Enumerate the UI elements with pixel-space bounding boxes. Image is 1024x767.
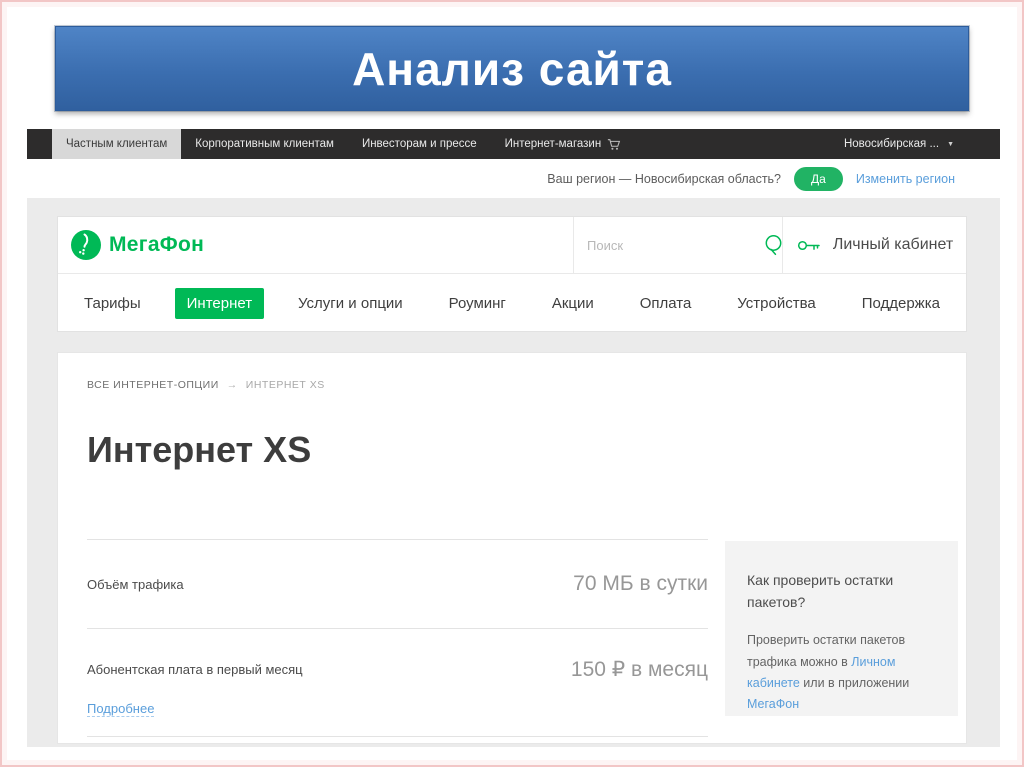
megafon-app-link[interactable]: МегаФон [747,697,799,711]
spec-label: Объём трафика [87,576,184,592]
spec-value: 150 ₽ в месяц [570,658,708,681]
breadcrumb-arrow-icon: → [226,379,238,391]
slide-title: Анализ сайта [352,42,672,95]
spec-value: 70 МБ в сутки [573,572,708,595]
megafon-logo-icon [71,230,101,260]
change-region-link[interactable]: Изменить регион [856,172,955,186]
help-box: Как проверить остатки пакетов? Проверить… [725,541,958,716]
top-tab-online-store[interactable]: Интернет-магазин [491,129,636,159]
top-tab-label: Интернет-магазин [504,138,602,150]
key-icon [797,238,821,253]
table-row: Объём трафика 70 МБ в сутки [87,539,708,628]
page-title: Интернет XS [87,429,312,470]
details-link[interactable]: Подробнее [87,701,155,717]
region-selector-dropdown[interactable]: Новосибирская ... ▼ [844,129,954,159]
cart-icon [607,138,621,151]
tariff-spec-table: Объём трафика 70 МБ в сутки Абонентская … [87,539,708,737]
spec-label: Абонентская плата в первый месяц [87,662,303,677]
nav-item-support[interactable]: Поддержка [850,288,952,319]
top-tab-label: Корпоративным клиентам [195,138,334,150]
breadcrumb: ВСЕ ИНТЕРНЕТ-ОПЦИИ → ИНТЕРНЕТ XS [87,379,325,391]
region-selector-label: Новосибирская ... [843,138,940,150]
region-confirm-bar: Ваш регион — Новосибирская область? Да И… [27,159,1000,198]
nav-item-payment[interactable]: Оплата [628,288,704,319]
personal-account-label: Личный кабинет [832,236,954,253]
audience-nav-bar: Частным клиентам Корпоративным клиентам … [27,129,1000,159]
region-yes-button[interactable]: Да [794,166,843,191]
main-nav: Тарифы Интернет Услуги и опции Роуминг А… [58,274,966,332]
top-tab-corporate-clients[interactable]: Корпоративным клиентам [181,129,348,159]
content-card: ВСЕ ИНТЕРНЕТ-ОПЦИИ → ИНТЕРНЕТ XS Интерне… [57,352,967,744]
search-icon[interactable] [763,234,784,256]
nav-item-internet[interactable]: Интернет [174,287,265,319]
logo-text: МегаФон [109,233,205,256]
nav-item-devices[interactable]: Устройства [725,288,827,319]
top-tab-investors-press[interactable]: Инвесторам и прессе [348,129,491,159]
top-bar-spacer [27,129,52,159]
table-row: Абонентская плата в первый месяц 150 ₽ в… [87,628,708,736]
chevron-down-icon: ▼ [947,140,954,148]
help-box-text: Проверить остатки пакетов трафика можно … [747,630,936,715]
personal-account[interactable]: Личный кабинет [784,217,966,273]
help-text-part2: или в приложении [799,675,910,690]
top-tab-label: Инвесторам и прессе [361,138,477,150]
nav-item-roaming[interactable]: Роуминг [437,288,518,319]
region-question: Ваш регион — Новосибирская область? [547,171,782,186]
site-header-top-row: МегаФон Личный кабинет [58,217,966,274]
megafon-logo[interactable]: МегаФон [71,230,204,260]
top-tab-private-clients[interactable]: Частным клиентам [52,129,182,159]
breadcrumb-root-link[interactable]: ВСЕ ИНТЕРНЕТ-ОПЦИИ [87,379,219,391]
help-box-title: Как проверить остатки пакетов? [747,572,894,610]
nav-item-services-options[interactable]: Услуги и опции [286,288,415,319]
nav-item-promotions[interactable]: Акции [540,288,606,319]
search-input[interactable] [587,237,763,253]
presentation-slide: Анализ сайта Частным клиентам Корпоратив… [0,0,1024,767]
nav-item-tariffs[interactable]: Тарифы [72,288,153,319]
site-header-card: МегаФон Личный кабинет [57,216,967,332]
slide-title-banner: Анализ сайта [55,26,969,111]
breadcrumb-current: ИНТЕРНЕТ XS [245,379,325,391]
top-tab-label: Частным клиентам [66,138,168,150]
search-area [573,217,783,273]
